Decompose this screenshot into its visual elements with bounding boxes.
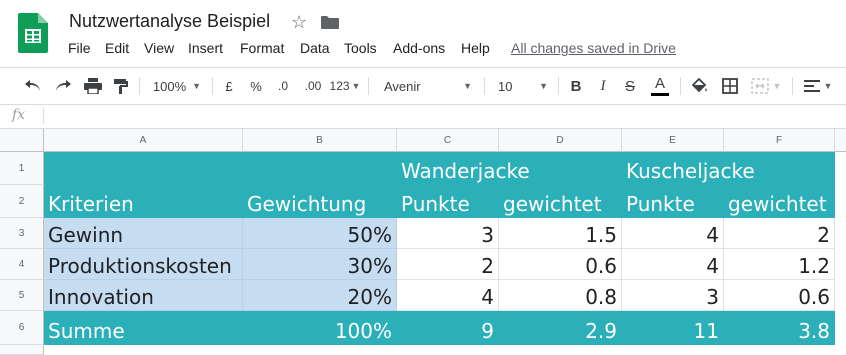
cell-f2[interactable]: gewichtet bbox=[724, 185, 835, 218]
cell-a4[interactable]: Produktionskosten bbox=[44, 249, 243, 280]
text-color-label: A bbox=[654, 75, 665, 92]
cell-b6[interactable]: 100% bbox=[243, 311, 397, 345]
cell-f3[interactable]: 2 bbox=[724, 218, 835, 249]
decrease-decimal-button[interactable]: .0 bbox=[270, 68, 296, 104]
row-header-4[interactable]: 4 bbox=[0, 249, 44, 280]
chevron-down-icon: ▼ bbox=[192, 81, 202, 91]
cell-e1-merged[interactable]: Kuscheljacke bbox=[622, 152, 835, 185]
row-header-1[interactable]: 1 bbox=[0, 152, 44, 185]
cell-f4[interactable]: 1.2 bbox=[724, 249, 835, 280]
text-color-button[interactable]: A bbox=[648, 68, 672, 104]
chevron-down-icon: ▼ bbox=[539, 81, 548, 91]
document-title[interactable]: Nutzwertanalyse Beispiel bbox=[69, 11, 270, 32]
cell-d6[interactable]: 2.9 bbox=[499, 311, 622, 345]
increase-decimal-button[interactable]: .00 bbox=[298, 68, 328, 104]
menu-view[interactable]: View bbox=[144, 40, 174, 56]
column-header-d[interactable]: D bbox=[499, 129, 622, 152]
column-header-f[interactable]: F bbox=[724, 129, 835, 152]
menu-edit[interactable]: Edit bbox=[105, 40, 129, 56]
chevron-down-icon: ▼ bbox=[823, 81, 833, 91]
column-header-c[interactable]: C bbox=[397, 129, 499, 152]
horizontal-align-icon[interactable]: ▼ bbox=[800, 68, 836, 104]
chevron-down-icon: ▼ bbox=[463, 81, 472, 91]
row-header-5[interactable]: 5 bbox=[0, 280, 44, 311]
column-header-g[interactable] bbox=[835, 129, 846, 152]
merge-cells-icon[interactable]: ▼ bbox=[748, 68, 784, 104]
paint-format-icon[interactable] bbox=[108, 68, 134, 104]
more-formats-button[interactable]: 123 ▼ bbox=[328, 68, 362, 104]
cell-d5[interactable]: 0.8 bbox=[499, 280, 622, 311]
row-header-2[interactable]: 2 bbox=[0, 185, 44, 218]
cell-a3[interactable]: Gewinn bbox=[44, 218, 243, 249]
chevron-down-icon: ▼ bbox=[351, 81, 361, 91]
cell-c3[interactable]: 3 bbox=[397, 218, 499, 249]
font-size-select[interactable]: 10 ▼ bbox=[492, 68, 554, 104]
increase-decimal-label: .00 bbox=[304, 79, 322, 93]
print-icon[interactable] bbox=[80, 68, 106, 104]
cell-b3[interactable]: 50% bbox=[243, 218, 397, 249]
cell-e5[interactable]: 3 bbox=[622, 280, 724, 311]
menu-tools[interactable]: Tools bbox=[344, 40, 377, 56]
fill-color-icon[interactable] bbox=[688, 68, 712, 104]
fx-icon: fx bbox=[12, 107, 26, 123]
folder-icon[interactable] bbox=[321, 16, 339, 29]
column-header-e[interactable]: E bbox=[622, 129, 724, 152]
cell-d2[interactable]: gewichtet bbox=[499, 185, 622, 218]
cell-a1[interactable] bbox=[44, 152, 243, 185]
row-header-6[interactable]: 6 bbox=[0, 311, 44, 345]
cell-c5[interactable]: 4 bbox=[397, 280, 499, 311]
redo-icon[interactable] bbox=[50, 68, 76, 104]
formula-bar: fx bbox=[0, 104, 846, 129]
currency-button[interactable]: £ bbox=[218, 68, 240, 104]
cell-f5[interactable]: 0.6 bbox=[724, 280, 835, 311]
toolbar: 100% ▼ £ % .0 .00 123 ▼ Avenir ▼ 10 ▼ B I S … bbox=[0, 67, 846, 105]
cell-c1-merged[interactable]: Wanderjacke bbox=[397, 152, 622, 185]
cell-a2[interactable]: Kriterien bbox=[44, 185, 243, 218]
cell-d4[interactable]: 0.6 bbox=[499, 249, 622, 280]
column-header-b[interactable]: B bbox=[243, 129, 397, 152]
strikethrough-button[interactable]: S bbox=[620, 68, 640, 104]
cell-e2[interactable]: Punkte bbox=[622, 185, 724, 218]
save-status-link[interactable]: All changes saved in Drive bbox=[511, 40, 676, 56]
cell-a5[interactable]: Innovation bbox=[44, 280, 243, 311]
italic-button[interactable]: I bbox=[593, 68, 613, 104]
cell-e4[interactable]: 4 bbox=[622, 249, 724, 280]
row-header-3[interactable]: 3 bbox=[0, 218, 44, 249]
cell-e3[interactable]: 4 bbox=[622, 218, 724, 249]
cell-e6[interactable]: 11 bbox=[622, 311, 724, 345]
font-select[interactable]: Avenir ▼ bbox=[378, 68, 478, 104]
zoom-select[interactable]: 100% ▼ bbox=[148, 68, 206, 104]
cell-b4[interactable]: 30% bbox=[243, 249, 397, 280]
zoom-value: 100% bbox=[152, 78, 187, 94]
cell-a6[interactable]: Summe bbox=[44, 311, 243, 345]
cell-b5[interactable]: 20% bbox=[243, 280, 397, 311]
undo-icon[interactable] bbox=[20, 68, 46, 104]
cell-c4[interactable]: 2 bbox=[397, 249, 499, 280]
sheets-logo-icon[interactable] bbox=[18, 13, 48, 53]
chevron-down-icon: ▼ bbox=[772, 81, 782, 91]
cell-c2[interactable]: Punkte bbox=[397, 185, 499, 218]
cell-c6[interactable]: 9 bbox=[397, 311, 499, 345]
menu-insert[interactable]: Insert bbox=[188, 40, 223, 56]
menu-addons[interactable]: Add-ons bbox=[393, 40, 445, 56]
menu-help[interactable]: Help bbox=[461, 40, 490, 56]
cell-d3[interactable]: 1.5 bbox=[499, 218, 622, 249]
cell-b1[interactable] bbox=[243, 152, 397, 185]
menu-data[interactable]: Data bbox=[300, 40, 330, 56]
decrease-decimal-label: .0 bbox=[277, 79, 288, 93]
column-header-a[interactable]: A bbox=[44, 129, 243, 152]
menu-format[interactable]: Format bbox=[240, 40, 284, 56]
font-size-value: 10 bbox=[498, 78, 513, 94]
percent-button[interactable]: % bbox=[245, 68, 267, 104]
font-value: Avenir bbox=[384, 78, 421, 94]
text-color-swatch bbox=[651, 93, 669, 96]
menu-file[interactable]: File bbox=[68, 40, 91, 56]
more-formats-label: 123 bbox=[329, 79, 350, 93]
cell-f6[interactable]: 3.8 bbox=[724, 311, 835, 345]
cell-b2[interactable]: Gewichtung bbox=[243, 185, 397, 218]
select-all-corner[interactable] bbox=[0, 129, 44, 152]
bold-button[interactable]: B bbox=[566, 68, 586, 104]
star-icon[interactable]: ☆ bbox=[291, 12, 307, 33]
borders-icon[interactable] bbox=[718, 68, 742, 104]
